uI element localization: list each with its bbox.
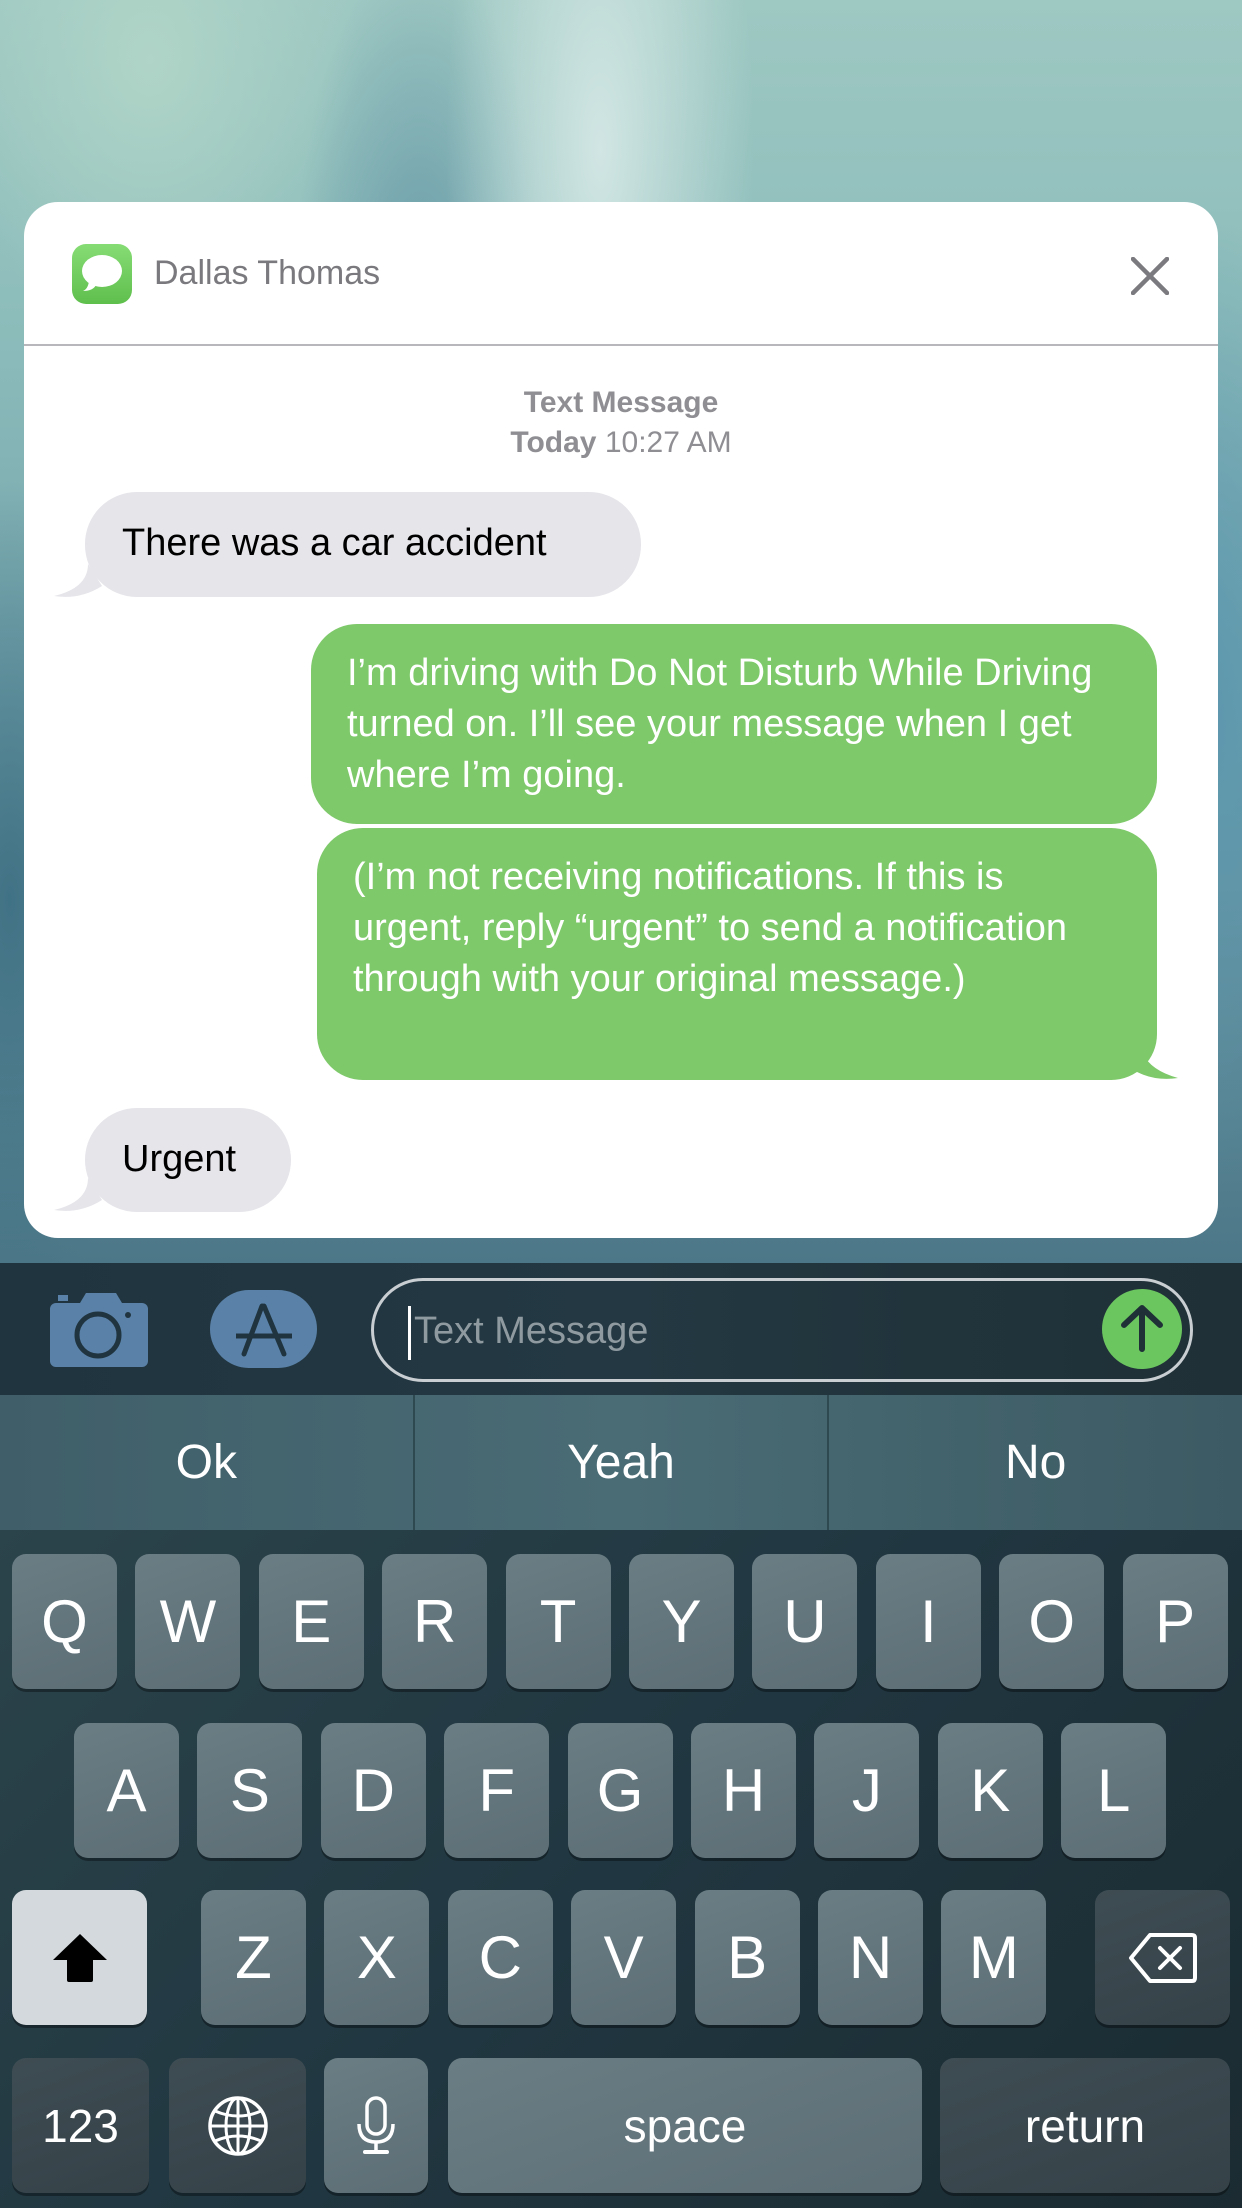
arrow-up-icon (1121, 1305, 1163, 1352)
key-b[interactable]: B (694, 1890, 800, 2025)
key-s[interactable]: S (197, 1723, 303, 1858)
numbers-key[interactable]: 123 (12, 2058, 149, 2193)
close-button[interactable] (1122, 248, 1178, 304)
key-v[interactable]: V (571, 1890, 677, 2025)
key-q[interactable]: Q (12, 1554, 117, 1689)
key-w[interactable]: W (135, 1554, 241, 1689)
key-f[interactable]: F (444, 1723, 550, 1858)
microphone-icon (357, 2095, 395, 2154)
predictive-bar: Ok Yeah No (0, 1395, 1242, 1530)
delete-key[interactable] (1095, 1890, 1230, 2025)
camera-icon (50, 1293, 148, 1367)
key-o[interactable]: O (999, 1554, 1105, 1689)
key-e[interactable]: E (258, 1554, 364, 1689)
timestamp-day: Today (510, 426, 597, 459)
suggestion-ok[interactable]: Ok (0, 1395, 415, 1530)
globe-icon (207, 2095, 268, 2156)
key-l[interactable]: L (1061, 1723, 1167, 1858)
key-p[interactable]: P (1122, 1554, 1228, 1689)
message-type-label: Text Message (523, 386, 719, 419)
timestamp-time: 10:27 AM (604, 426, 732, 459)
key-n[interactable]: N (818, 1890, 923, 2025)
message-bubble-incoming: There was a car accident (85, 492, 641, 597)
key-y[interactable]: Y (629, 1554, 734, 1689)
sender-name: Dallas Thomas (154, 254, 381, 292)
message-text: Urgent (122, 1138, 237, 1180)
key-x[interactable]: X (324, 1890, 430, 2025)
messages-icon (72, 244, 132, 304)
key-t[interactable]: T (505, 1554, 611, 1689)
notification-header: Dallas Thomas (24, 202, 1218, 346)
notification-card: Dallas Thomas Text Message Today 10:27 A… (24, 202, 1218, 1238)
suggestion-yeah[interactable]: Yeah (415, 1395, 830, 1530)
message-composer: Text Message (0, 1263, 1242, 1395)
suggestion-no[interactable]: No (829, 1395, 1242, 1530)
key-z[interactable]: Z (201, 1890, 306, 2025)
message-input[interactable]: Text Message (371, 1278, 1193, 1382)
key-i[interactable]: I (875, 1554, 981, 1689)
return-key[interactable]: return (940, 2058, 1230, 2193)
key-m[interactable]: M (941, 1890, 1047, 2025)
key-k[interactable]: K (937, 1723, 1043, 1858)
message-input-placeholder: Text Message (414, 1310, 649, 1352)
keyboard: QWERTYUIOP ASDFGHJKL ZXCVBNM 123 space r… (0, 1530, 1242, 2208)
text-caret (408, 1306, 411, 1360)
app-store-icon (236, 1303, 292, 1357)
key-a[interactable]: A (74, 1723, 179, 1858)
key-d[interactable]: D (320, 1723, 426, 1858)
key-c[interactable]: C (447, 1890, 553, 2025)
message-text: There was a car accident (122, 522, 547, 564)
key-u[interactable]: U (752, 1554, 858, 1689)
timestamp: Today 10:27 AM (24, 426, 1218, 460)
message-bubble-outgoing: (I’m not receiving notifications. If thi… (317, 828, 1157, 1080)
key-g[interactable]: G (567, 1723, 673, 1858)
message-bubble-outgoing: I’m driving with Do Not Disturb While Dr… (311, 624, 1157, 824)
dictation-key[interactable] (324, 2058, 428, 2193)
shift-icon (52, 1933, 107, 1982)
message-text: I’m driving with Do Not Disturb While Dr… (347, 652, 1093, 796)
shift-key[interactable] (12, 1890, 147, 2025)
delete-icon (1128, 1932, 1197, 1983)
message-bubble-incoming: Urgent (85, 1108, 291, 1212)
key-r[interactable]: R (382, 1554, 488, 1689)
send-button[interactable] (1102, 1289, 1182, 1369)
key-j[interactable]: J (814, 1723, 920, 1858)
key-h[interactable]: H (691, 1723, 796, 1858)
camera-button[interactable] (50, 1293, 148, 1367)
close-icon (1131, 257, 1169, 295)
space-key[interactable]: space (448, 2058, 922, 2193)
app-store-button[interactable] (210, 1290, 317, 1368)
message-text: (I’m not receiving notifications. If thi… (353, 856, 1067, 1000)
globe-key[interactable] (169, 2058, 306, 2193)
